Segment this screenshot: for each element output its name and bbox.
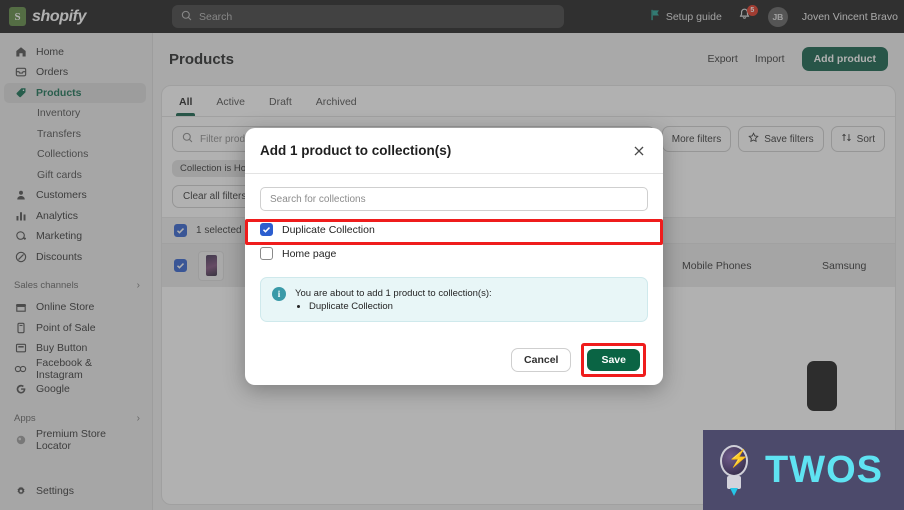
info-text: You are about to add 1 product to collec… (295, 288, 492, 299)
modal-title: Add 1 product to collection(s) (260, 143, 452, 158)
modal-footer: Cancel Save (245, 335, 663, 385)
collection-item-home-page[interactable]: Home page (260, 244, 648, 263)
bolt-icon: ⚡ (728, 449, 750, 468)
modal-body: Search for collections Duplicate Collect… (245, 174, 663, 335)
collection-checkbox-checked[interactable] (260, 223, 273, 236)
cancel-button[interactable]: Cancel (511, 348, 572, 372)
info-icon: i (272, 287, 286, 301)
collection-checkbox-unchecked[interactable] (260, 247, 273, 260)
close-icon[interactable] (630, 142, 648, 160)
info-banner: i You are about to add 1 product to coll… (260, 277, 648, 323)
add-to-collection-modal: Add 1 product to collection(s) Search fo… (245, 128, 663, 385)
bulb-base (727, 476, 741, 489)
collection-item-duplicate-collection[interactable]: Duplicate Collection (260, 220, 648, 239)
modal-header: Add 1 product to collection(s) (245, 128, 663, 174)
shopify-admin-screen: shopify Search Setup guide 5 (0, 0, 904, 510)
collection-list: Duplicate Collection Home page (260, 220, 648, 263)
save-button-highlight: Save (581, 343, 646, 377)
collection-label: Home page (282, 247, 337, 260)
collection-label: Duplicate Collection (282, 223, 375, 236)
bulb-tip (730, 488, 738, 496)
watermark-logo: ⚡ TWOS (703, 430, 904, 510)
info-collection-list: Duplicate Collection (309, 301, 492, 312)
watermark-text: TWOS (765, 448, 883, 491)
info-list-item: Duplicate Collection (309, 301, 492, 312)
collection-search-placeholder: Search for collections (270, 193, 366, 205)
save-button[interactable]: Save (587, 349, 640, 371)
lightbulb-icon: ⚡ (711, 439, 757, 501)
collection-search-input[interactable]: Search for collections (260, 187, 648, 211)
